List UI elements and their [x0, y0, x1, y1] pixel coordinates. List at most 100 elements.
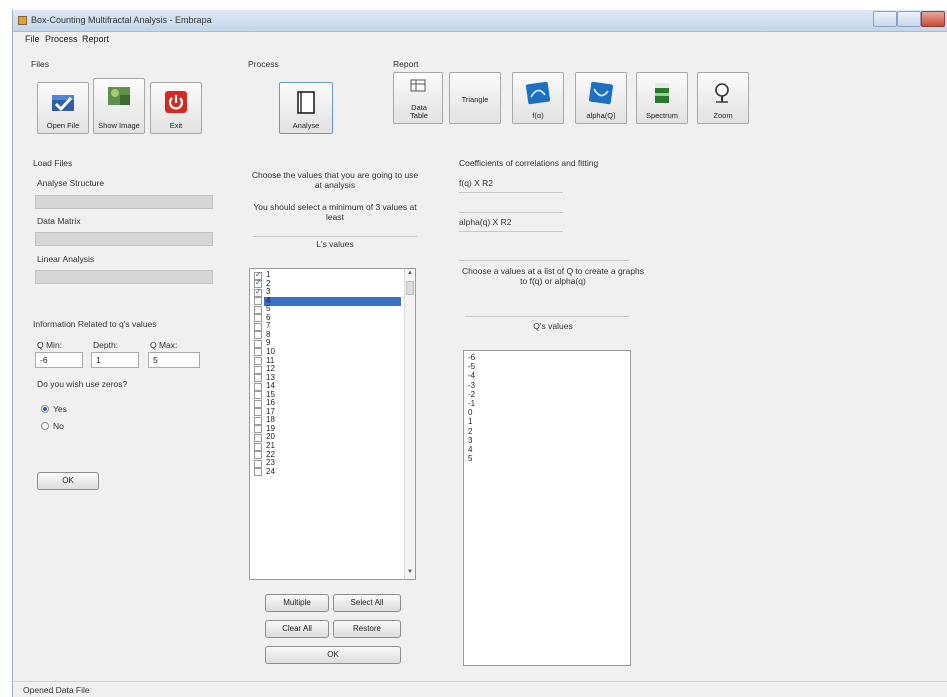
exit-label: Exit	[169, 121, 183, 130]
alpha-r2-label: alpha(q) X R2	[459, 217, 512, 227]
menu-report[interactable]: Report	[82, 34, 109, 44]
q-instruction: Choose a values at a list of Q to create…	[462, 266, 644, 286]
l-value-checkbox[interactable]	[254, 287, 262, 297]
q-values-header: Q's values	[533, 321, 573, 331]
l-separator	[253, 236, 417, 237]
analyse-structure-label: Analyse Structure	[37, 178, 105, 188]
menu-process[interactable]: Process	[45, 34, 78, 44]
l-values-header: L's values	[316, 239, 354, 249]
q-value-item[interactable]: -4	[468, 371, 475, 380]
yes-radio[interactable]	[41, 405, 49, 413]
qmax-input[interactable]: 5	[148, 352, 200, 368]
q-value-item[interactable]: 1	[468, 417, 472, 426]
clear-all-button[interactable]: Clear All	[265, 620, 329, 638]
exit-button[interactable]: Exit	[150, 82, 202, 134]
q-value-item[interactable]: -5	[468, 362, 475, 371]
close-button[interactable]	[921, 11, 945, 27]
analyse-label: Analyse	[292, 121, 320, 130]
l-instruction-1: Choose the values that you are going to …	[251, 170, 419, 190]
q-value-item[interactable]: 4	[468, 445, 472, 454]
table-icon	[405, 79, 431, 93]
q-value-item[interactable]: 0	[468, 408, 472, 417]
qmin-input[interactable]: -6	[35, 352, 83, 368]
scroll-down-icon[interactable]: ▼	[405, 569, 415, 578]
l-value-checkbox[interactable]	[254, 433, 262, 442]
linear-analysis-field	[35, 270, 213, 284]
q-value-item[interactable]: -2	[468, 390, 475, 399]
minimize-button[interactable]	[873, 11, 897, 27]
l-value-checkbox[interactable]	[254, 451, 262, 460]
l-value-checkbox[interactable]	[254, 459, 262, 468]
spectrum-icon	[649, 81, 675, 105]
q-value-item[interactable]: -1	[468, 399, 475, 408]
zoom-button[interactable]: Zoom	[697, 72, 749, 124]
l-value-checkbox[interactable]	[254, 391, 262, 400]
l-value-checkbox[interactable]	[254, 399, 262, 408]
l-value-checkbox[interactable]	[254, 468, 262, 477]
spectrum-button[interactable]: Spectrum	[636, 72, 688, 124]
menu-file[interactable]: File	[25, 34, 40, 44]
selected-row-highlight	[264, 296, 401, 306]
l-value-checkbox[interactable]	[254, 374, 262, 383]
l-value-checkbox[interactable]	[254, 382, 262, 391]
scroll-up-icon[interactable]: ▲	[405, 270, 415, 279]
data-table-button[interactable]: Data Table	[393, 72, 443, 124]
data-matrix-field	[35, 232, 213, 246]
app-icon	[18, 16, 27, 25]
restore-button[interactable]: Restore	[333, 620, 401, 638]
zeros-question: Do you wish use zeros?	[37, 379, 128, 389]
no-radio[interactable]	[41, 422, 49, 430]
q-values-list[interactable]: -6 -5 -4 -3 -2 -1 0 1 2 3 4 5	[463, 350, 631, 666]
l-value-checkbox[interactable]	[254, 322, 262, 331]
l-value-checkbox[interactable]	[254, 339, 262, 348]
f-alpha-button[interactable]: f(α)	[512, 72, 564, 124]
f-r2-separator	[459, 192, 563, 193]
image-icon	[106, 85, 132, 109]
alpha-q-button[interactable]: alpha(Q)	[575, 72, 627, 124]
l-value-checkbox[interactable]	[254, 357, 262, 365]
q-info-title: Information Related to q's values	[33, 319, 157, 329]
l-value-checkbox[interactable]	[254, 365, 262, 374]
l-list-scrollbar[interactable]: ▲ ▼	[404, 269, 415, 579]
report-group-label: Report	[393, 59, 419, 69]
alpha-q-label: alpha(Q)	[586, 111, 616, 120]
l-value-checkbox[interactable]	[254, 425, 262, 434]
triangle-button[interactable]: Triangle	[449, 72, 501, 124]
main-window: Box-Counting Multifractal Analysis - Emb…	[12, 10, 947, 697]
l-value-checkbox[interactable]	[254, 297, 262, 306]
q-value-item[interactable]: -3	[468, 381, 475, 390]
coef-separator-2	[465, 316, 629, 317]
magnifier-icon	[710, 81, 736, 105]
q-value-item[interactable]: 3	[468, 436, 472, 445]
f-r2-label: f(q) X R2	[459, 178, 494, 188]
q-ok-button[interactable]: OK	[37, 472, 99, 490]
show-image-button[interactable]: Show Image	[93, 78, 145, 134]
l-value-checkbox[interactable]	[254, 314, 262, 323]
l-value-checkbox[interactable]	[254, 305, 262, 314]
depth-input[interactable]: 1	[91, 352, 139, 368]
alpha-r2-separator	[459, 231, 563, 232]
scroll-thumb[interactable]	[406, 281, 414, 295]
menu-bar: File Process Report	[13, 33, 947, 47]
l-value-checkbox[interactable]	[254, 442, 262, 451]
select-all-button[interactable]: Select All	[333, 594, 401, 612]
l-value-item[interactable]: 24	[266, 467, 275, 476]
folder-check-icon	[50, 91, 76, 115]
q-value-item[interactable]: 5	[468, 454, 472, 463]
l-ok-button[interactable]: OK	[265, 646, 401, 664]
data-matrix-label: Data Matrix	[37, 216, 81, 226]
triangle-label: Triangle	[461, 95, 489, 104]
l-value-checkbox[interactable]	[254, 408, 262, 417]
l-value-checkbox[interactable]	[254, 331, 262, 340]
maximize-button[interactable]	[897, 11, 921, 27]
open-file-button[interactable]: Open File	[37, 82, 89, 134]
l-value-checkbox[interactable]	[254, 416, 262, 425]
open-file-label: Open File	[46, 121, 80, 130]
q-value-item[interactable]: 2	[468, 427, 472, 436]
analyse-button[interactable]: Analyse	[279, 82, 333, 134]
l-values-list[interactable]: 123456789101112131415161718192021222324 …	[249, 268, 416, 580]
f-r2-value-line	[459, 212, 563, 213]
l-value-checkbox[interactable]	[254, 348, 262, 357]
multiple-button[interactable]: Multiple	[265, 594, 329, 612]
q-value-item[interactable]: -6	[468, 353, 475, 362]
